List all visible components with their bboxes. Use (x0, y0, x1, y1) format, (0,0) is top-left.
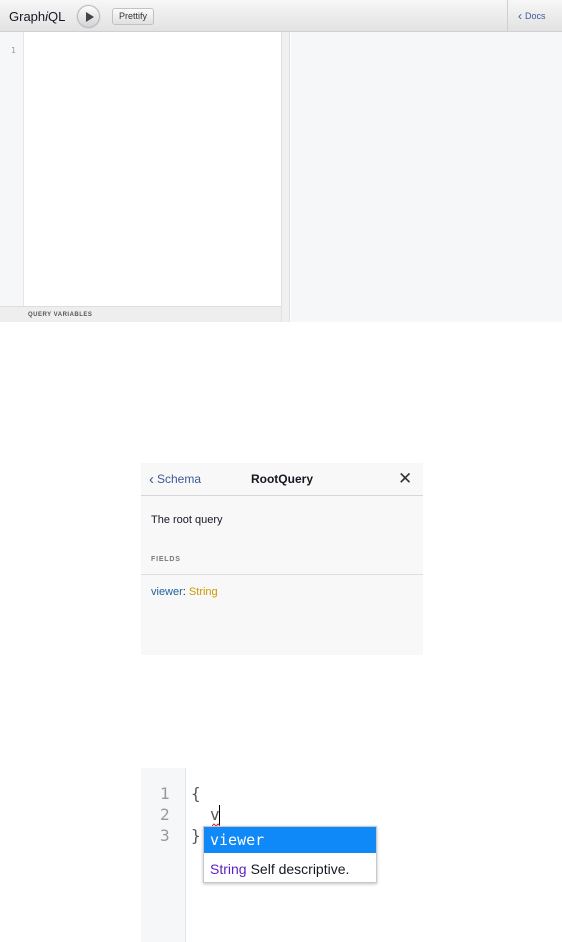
result-pane (291, 32, 562, 322)
line-number: 2 (160, 805, 170, 824)
autocomplete-option[interactable]: viewer (204, 827, 376, 853)
hint-description: Self descriptive. (250, 861, 350, 877)
doc-explorer: RootQuery ‹ Schema ✕ The root query FIELD… (141, 463, 423, 655)
field-item: viewer: String (151, 586, 218, 598)
app-title-ql: QL (48, 9, 66, 24)
line-number: 1 (160, 784, 170, 803)
text-cursor (219, 805, 220, 825)
line-number-gutter (0, 32, 24, 306)
toolbar: GraphiQL Prettify ‹ Docs (0, 0, 562, 32)
code-line: { (191, 784, 201, 803)
query-editor[interactable] (25, 32, 281, 306)
back-to-schema-link[interactable]: ‹ Schema (149, 471, 201, 488)
chevron-left-icon: ‹ (518, 9, 522, 23)
app-title: GraphiQL (9, 9, 65, 24)
type-description: The root query (151, 514, 223, 526)
play-icon (86, 12, 94, 22)
autocomplete-editor[interactable]: 1 2 3 { v } viewer String Self descriptiv… (141, 768, 562, 942)
docs-label: Docs (525, 11, 546, 21)
query-variables-toggle[interactable]: QUERY VARIABLES (0, 306, 281, 322)
docs-button[interactable]: ‹ Docs (507, 0, 562, 32)
code-line: } (191, 826, 201, 845)
fields-section-label: FIELDS (151, 556, 181, 563)
graphiql-window: GraphiQL Prettify ‹ Docs 1 QUERY VARIABLE… (0, 0, 562, 322)
prettify-button[interactable]: Prettify (112, 8, 155, 25)
doc-explorer-header: RootQuery ‹ Schema ✕ (141, 463, 423, 496)
field-name-link[interactable]: viewer (151, 586, 183, 598)
hint-type: String (210, 861, 247, 877)
close-icon[interactable]: ✕ (398, 469, 412, 489)
autocomplete-info: String Self descriptive. (210, 861, 349, 877)
autocomplete-dropdown: viewer String Self descriptive. (203, 826, 377, 883)
back-link-label: Schema (157, 472, 202, 486)
execute-query-button[interactable] (77, 5, 100, 28)
app-title-graph: Graph (9, 9, 46, 24)
field-type-link[interactable]: String (189, 586, 218, 598)
line-number: 1 (11, 46, 16, 55)
divider (141, 574, 423, 575)
line-number: 3 (160, 826, 170, 845)
pane-resize-handle[interactable] (281, 32, 290, 322)
chevron-left-icon: ‹ (149, 471, 154, 488)
